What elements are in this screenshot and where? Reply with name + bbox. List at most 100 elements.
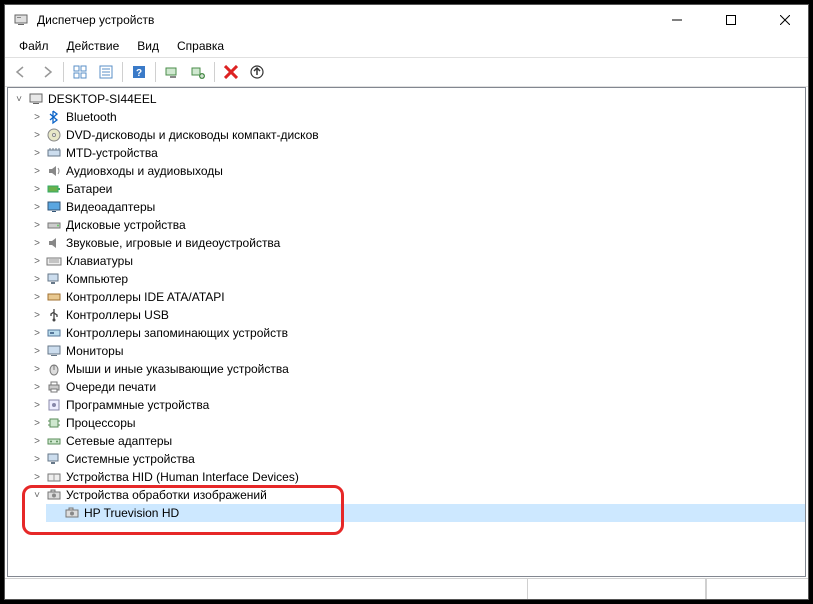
toolbar-show-all[interactable]	[68, 60, 92, 84]
toolbar-forward[interactable]	[35, 60, 59, 84]
menu-file[interactable]: Файл	[11, 37, 57, 55]
cpu-icon	[46, 415, 62, 431]
expand-icon[interactable]: ˃	[30, 182, 44, 196]
svg-text:?: ?	[136, 68, 142, 79]
statusbar	[5, 578, 808, 599]
tree-cpu[interactable]: ˃ Процессоры	[28, 414, 805, 432]
tree-software[interactable]: ˃Программные устройства	[28, 396, 805, 414]
expand-icon[interactable]: ˅	[12, 92, 26, 106]
tree-computer[interactable]: ˃Компьютер	[28, 270, 805, 288]
tree-item-label: DVD-дисководы и дисководы компакт-дисков	[66, 128, 319, 142]
expand-icon[interactable]: ˃	[30, 236, 44, 250]
tree-usb[interactable]: ˃Контроллеры USB	[28, 306, 805, 324]
toolbar-add-legacy[interactable]	[186, 60, 210, 84]
menu-action[interactable]: Действие	[59, 37, 128, 55]
titlebar: Диспетчер устройств	[5, 5, 808, 35]
close-button[interactable]	[762, 5, 808, 35]
system-icon	[46, 451, 62, 467]
expand-icon[interactable]: ˃	[30, 380, 44, 394]
tree-ide[interactable]: ˃Контроллеры IDE ATA/ATAPI	[28, 288, 805, 306]
expand-icon[interactable]: ˃	[30, 200, 44, 214]
expand-icon[interactable]: ˃	[30, 146, 44, 160]
expand-icon[interactable]: ˃	[30, 254, 44, 268]
menubar: Файл Действие Вид Справка	[5, 35, 808, 57]
software-icon	[46, 397, 62, 413]
toolbar-scan[interactable]	[160, 60, 184, 84]
expand-icon[interactable]: ˃	[30, 110, 44, 124]
menu-help[interactable]: Справка	[169, 37, 232, 55]
expand-icon[interactable]: ˃	[30, 434, 44, 448]
tree-storage[interactable]: ˃Контроллеры запоминающих устройств	[28, 324, 805, 342]
expand-icon[interactable]: ˃	[30, 308, 44, 322]
tree-imaging[interactable]: ˅Устройства обработки изображений	[28, 486, 805, 504]
memory-icon	[46, 145, 62, 161]
tree-mice[interactable]: ˃Мыши и иные указывающие устройства	[28, 360, 805, 378]
tree-item-label: Сетевые адаптеры	[66, 434, 172, 448]
tree-root[interactable]: ˅ DESKTOP-SI44EEL	[10, 90, 805, 108]
toolbar-back[interactable]	[9, 60, 33, 84]
speaker-icon	[46, 163, 62, 179]
tree-bluetooth[interactable]: ˃Bluetooth	[28, 108, 805, 126]
tree-disk[interactable]: ˃ Дисковые устройства	[28, 216, 805, 234]
expand-icon[interactable]: ˃	[30, 344, 44, 358]
tree-root-label: DESKTOP-SI44EEL	[48, 92, 157, 106]
tree-item-label: Очереди печати	[66, 380, 156, 394]
app-icon	[13, 12, 29, 28]
toolbar-update[interactable]	[245, 60, 269, 84]
tree-sound[interactable]: ˃ Звуковые, игровые и видеоустройства	[28, 234, 805, 252]
monitor-icon	[46, 343, 62, 359]
computer-icon	[28, 91, 44, 107]
tree-monitors[interactable]: ˃ Мониторы	[28, 342, 805, 360]
toolbar-properties[interactable]	[94, 60, 118, 84]
tree-network[interactable]: ˃ Сетевые адаптеры	[28, 432, 805, 450]
expand-icon[interactable]: ˃	[30, 128, 44, 142]
expand-icon[interactable]: ˃	[30, 326, 44, 340]
disc-icon	[46, 127, 62, 143]
tree-item-label: Батареи	[66, 182, 112, 196]
device-tree-panel: ˅ DESKTOP-SI44EEL ˃Bluetooth ˃ DVD-дисков…	[7, 87, 806, 577]
tree-item-label: MTD-устройства	[66, 146, 158, 160]
tree-item-label: Звуковые, игровые и видеоустройства	[66, 236, 280, 250]
disk-icon	[46, 217, 62, 233]
tree-item-label: Устройства HID (Human Interface Devices)	[66, 470, 299, 484]
tree-item-label: Аудиовходы и аудиовыходы	[66, 164, 223, 178]
tree-audio-io[interactable]: ˃ Аудиовходы и аудиовыходы	[28, 162, 805, 180]
toolbar-help[interactable]: ?	[127, 60, 151, 84]
tree-batteries[interactable]: ˃ Батареи	[28, 180, 805, 198]
menu-view[interactable]: Вид	[129, 37, 167, 55]
expand-icon[interactable]: ˃	[30, 416, 44, 430]
toolbar-uninstall[interactable]	[219, 60, 243, 84]
tree-item-label: Мониторы	[66, 344, 123, 358]
tree-item-label: Процессоры	[66, 416, 136, 430]
camera-icon	[46, 487, 62, 503]
expand-icon[interactable]: ˃	[30, 398, 44, 412]
tree-hp-truevision[interactable]: HP Truevision HD	[46, 504, 805, 522]
pc-icon	[46, 271, 62, 287]
tree-item-label: HP Truevision HD	[84, 506, 179, 520]
minimize-button[interactable]	[654, 5, 700, 35]
tree-hid[interactable]: ˃ Устройства HID (Human Interface Devices…	[28, 468, 805, 486]
collapse-icon[interactable]: ˅	[30, 488, 44, 502]
tree-system[interactable]: ˃Системные устройства	[28, 450, 805, 468]
tree-display[interactable]: ˃Видеоадаптеры	[28, 198, 805, 216]
maximize-button[interactable]	[708, 5, 754, 35]
expand-icon[interactable]: ˃	[30, 470, 44, 484]
display-adapter-icon	[46, 199, 62, 215]
tree-dvd[interactable]: ˃ DVD-дисководы и дисководы компакт-диско…	[28, 126, 805, 144]
usb-icon	[46, 307, 62, 323]
expand-icon[interactable]: ˃	[30, 452, 44, 466]
expand-icon[interactable]: ˃	[30, 272, 44, 286]
expand-icon[interactable]: ˃	[30, 218, 44, 232]
sound-icon	[46, 235, 62, 251]
keyboard-icon	[46, 253, 62, 269]
hid-icon	[46, 469, 62, 485]
expand-icon[interactable]: ˃	[30, 164, 44, 178]
expand-icon[interactable]: ˃	[30, 362, 44, 376]
tree-mtd[interactable]: ˃ MTD-устройства	[28, 144, 805, 162]
tree-print-queues[interactable]: ˃ Очереди печати	[28, 378, 805, 396]
ide-icon	[46, 289, 62, 305]
tree-item-label: Дисковые устройства	[66, 218, 186, 232]
expand-icon[interactable]: ˃	[30, 290, 44, 304]
mouse-icon	[46, 361, 62, 377]
tree-keyboards[interactable]: ˃Клавиатуры	[28, 252, 805, 270]
